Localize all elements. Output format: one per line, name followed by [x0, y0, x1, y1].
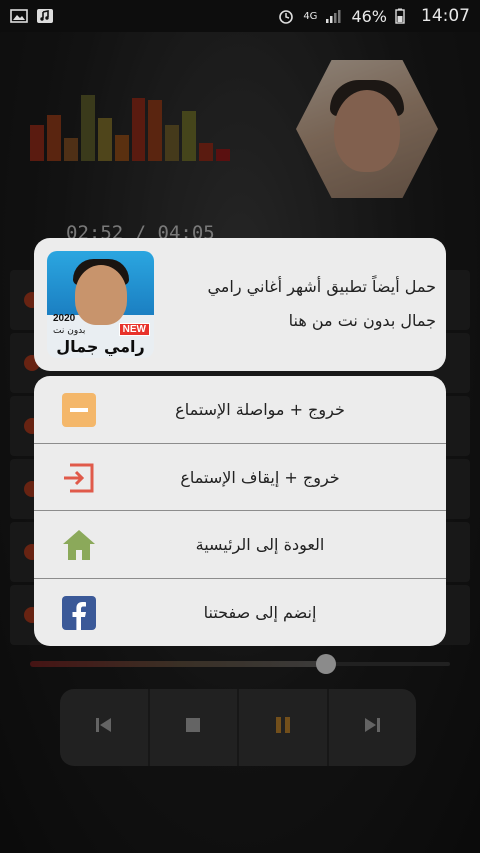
- clock: 14:07: [421, 6, 470, 26]
- signal-icon: [325, 8, 343, 24]
- promo-text[interactable]: حمل أيضاً تطبيق أشهر أغاني رامي جمال بدو…: [170, 270, 436, 338]
- alarm-icon: [277, 8, 295, 24]
- menu-item-facebook[interactable]: إنضم إلى صفحتنا: [34, 579, 446, 647]
- menu-item-exit-stop[interactable]: خروج + إيقاف الإستماع: [34, 444, 446, 511]
- menu-item-home[interactable]: العودة إلى الرئيسية: [34, 511, 446, 579]
- music-notification-icon: [36, 8, 54, 24]
- promo-subtitle: بدون نت: [53, 326, 86, 336]
- exit-icon: [61, 460, 97, 496]
- promo-card[interactable]: 2020 بدون نت NEW رامي جمال حمل أيضاً تطب…: [34, 238, 446, 371]
- network-type: 4G: [303, 10, 318, 22]
- status-bar: 4G 46% 14:07: [0, 0, 480, 32]
- promo-app-thumbnail[interactable]: 2020 بدون نت NEW رامي جمال: [47, 251, 154, 358]
- menu-item-label: خروج + مواصلة الإستماع: [175, 400, 345, 420]
- promo-year: 2020: [53, 313, 76, 324]
- image-notification-icon: [10, 8, 28, 24]
- menu-item-exit-continue[interactable]: خروج + مواصلة الإستماع: [34, 376, 446, 444]
- battery-icon: [395, 8, 413, 24]
- promo-thumbnail-name: رامي جمال: [56, 337, 145, 356]
- home-icon: [61, 527, 97, 563]
- menu-item-label: العودة إلى الرئيسية: [195, 535, 325, 555]
- menu-item-label: إنضم إلى صفحتنا: [203, 602, 317, 622]
- exit-menu: خروج + مواصلة الإستماع خروج + إيقاف الإس…: [34, 376, 446, 646]
- promo-person-face: [75, 265, 127, 325]
- battery-percentage: 46%: [351, 6, 387, 26]
- minus-icon: [61, 392, 97, 428]
- facebook-icon: [61, 595, 97, 631]
- new-badge: NEW: [118, 323, 150, 336]
- menu-item-label: خروج + إيقاف الإستماع: [180, 467, 340, 487]
